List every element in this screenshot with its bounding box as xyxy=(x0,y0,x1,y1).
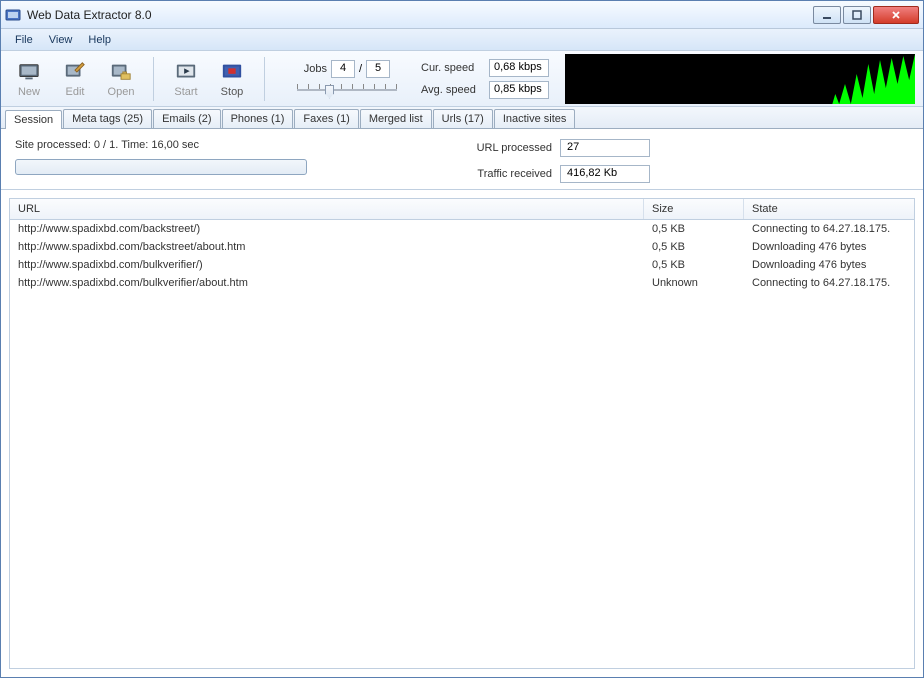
speed-panel: Cur. speed 0,68 kbps Avg. speed 0,85 kbp… xyxy=(421,59,549,99)
toolbar-group-run: Start Stop xyxy=(166,58,252,100)
window-controls xyxy=(813,6,919,24)
table-row[interactable]: http://www.spadixbd.com/backstreet/about… xyxy=(10,238,914,256)
app-icon xyxy=(5,7,21,23)
toolbar-separator xyxy=(264,57,265,101)
close-button[interactable] xyxy=(873,6,919,24)
table-header: URL Size State xyxy=(10,199,914,220)
cur-speed-value: 0,68 kbps xyxy=(489,59,549,77)
stop-icon xyxy=(220,60,244,84)
cell-size: 0,5 KB xyxy=(644,258,744,272)
url-table: URL Size State http://www.spadixbd.com/b… xyxy=(9,198,915,669)
jobs-slider[interactable] xyxy=(297,82,397,98)
table-row[interactable]: http://www.spadixbd.com/backstreet/) 0,5… xyxy=(10,220,914,238)
traffic-value: 416,82 Kb xyxy=(560,165,650,183)
edit-label: Edit xyxy=(66,86,85,98)
tab-merged[interactable]: Merged list xyxy=(360,109,432,128)
window-title: Web Data Extractor 8.0 xyxy=(27,8,813,22)
avg-speed-value: 0,85 kbps xyxy=(489,81,549,99)
url-processed-label: URL processed xyxy=(462,142,552,154)
cell-state: Connecting to 64.27.18.175. xyxy=(744,222,914,236)
table-body[interactable]: http://www.spadixbd.com/backstreet/) 0,5… xyxy=(10,220,914,668)
monitor-icon xyxy=(17,60,41,84)
cell-size: Unknown xyxy=(644,276,744,290)
col-url[interactable]: URL xyxy=(10,199,644,219)
jobs-separator: / xyxy=(359,63,362,75)
jobs-current: 4 xyxy=(331,60,355,78)
menubar: File View Help xyxy=(1,29,923,51)
app-window: Web Data Extractor 8.0 File View Help Ne… xyxy=(0,0,924,678)
open-label: Open xyxy=(108,86,135,98)
menu-file[interactable]: File xyxy=(7,31,41,49)
edit-icon xyxy=(63,60,87,84)
table-row[interactable]: http://www.spadixbd.com/bulkverifier/) 0… xyxy=(10,256,914,274)
tab-session[interactable]: Session xyxy=(5,110,62,129)
tab-phones[interactable]: Phones (1) xyxy=(222,109,294,128)
cell-url: http://www.spadixbd.com/bulkverifier/) xyxy=(10,258,644,272)
slider-thumb-icon[interactable] xyxy=(325,85,334,99)
new-button[interactable]: New xyxy=(9,58,49,100)
stop-button[interactable]: Stop xyxy=(212,58,252,100)
stop-label: Stop xyxy=(221,86,244,98)
traffic-graph xyxy=(565,54,915,104)
progress-bar xyxy=(15,159,307,175)
open-button[interactable]: Open xyxy=(101,58,141,100)
tabs: Session Meta tags (25) Emails (2) Phones… xyxy=(1,107,923,129)
cur-speed-label: Cur. speed xyxy=(421,62,485,74)
tab-faxes[interactable]: Faxes (1) xyxy=(294,109,358,128)
traffic-label: Traffic received xyxy=(462,168,552,180)
cell-size: 0,5 KB xyxy=(644,222,744,236)
jobs-label: Jobs xyxy=(297,63,327,75)
play-icon xyxy=(174,60,198,84)
toolbar-separator xyxy=(153,57,154,101)
tab-urls[interactable]: Urls (17) xyxy=(433,109,493,128)
url-processed-value: 27 xyxy=(560,139,650,157)
jobs-panel: Jobs 4 / 5 xyxy=(297,60,397,98)
cell-url: http://www.spadixbd.com/bulkverifier/abo… xyxy=(10,276,644,290)
toolbar: New Edit Open Start Stop xyxy=(1,51,923,107)
site-processed-text: Site processed: 0 / 1. Time: 16,00 sec xyxy=(15,139,462,151)
avg-speed-label: Avg. speed xyxy=(421,84,485,96)
tab-meta-tags[interactable]: Meta tags (25) xyxy=(63,109,152,128)
cell-state: Downloading 476 bytes xyxy=(744,240,914,254)
new-label: New xyxy=(18,86,40,98)
menu-help[interactable]: Help xyxy=(80,31,119,49)
open-icon xyxy=(109,60,133,84)
session-info: Site processed: 0 / 1. Time: 16,00 sec U… xyxy=(1,129,923,190)
tab-emails[interactable]: Emails (2) xyxy=(153,109,221,128)
cell-state: Downloading 476 bytes xyxy=(744,258,914,272)
tab-inactive[interactable]: Inactive sites xyxy=(494,109,576,128)
col-state[interactable]: State xyxy=(744,199,914,219)
menu-view[interactable]: View xyxy=(41,31,81,49)
minimize-button[interactable] xyxy=(813,6,841,24)
toolbar-group-file: New Edit Open xyxy=(9,58,141,100)
cell-url: http://www.spadixbd.com/backstreet/) xyxy=(10,222,644,236)
col-size[interactable]: Size xyxy=(644,199,744,219)
maximize-button[interactable] xyxy=(843,6,871,24)
edit-button[interactable]: Edit xyxy=(55,58,95,100)
table-row[interactable]: http://www.spadixbd.com/bulkverifier/abo… xyxy=(10,274,914,292)
jobs-total: 5 xyxy=(366,60,390,78)
start-button[interactable]: Start xyxy=(166,58,206,100)
titlebar[interactable]: Web Data Extractor 8.0 xyxy=(1,1,923,29)
cell-url: http://www.spadixbd.com/backstreet/about… xyxy=(10,240,644,254)
start-label: Start xyxy=(174,86,197,98)
cell-state: Connecting to 64.27.18.175. xyxy=(744,276,914,290)
cell-size: 0,5 KB xyxy=(644,240,744,254)
